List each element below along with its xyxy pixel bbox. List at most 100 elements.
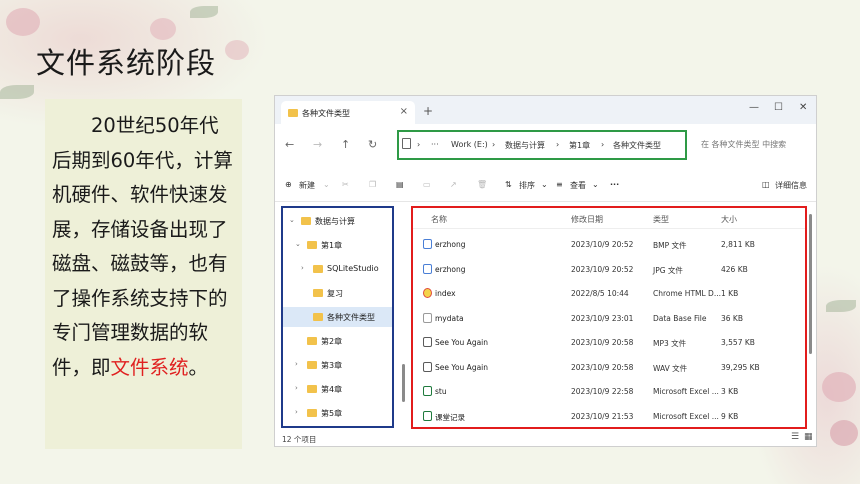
nav-item-label: SQLiteStudio [327, 264, 379, 273]
rename-icon[interactable]: ▭ [423, 180, 431, 189]
chrome-icon [423, 288, 432, 298]
file-row[interactable]: erzhong 2023/10/9 20:52 JPG 文件 426 KB [413, 257, 805, 281]
breadcrumb-separator: › [417, 140, 421, 149]
nav-item-chapter-1[interactable]: ⌄ 第1章 [283, 235, 392, 255]
file-size: 36 KB [721, 313, 743, 323]
nav-scrollbar[interactable] [402, 364, 405, 402]
details-pane-icon[interactable]: ◫ [762, 180, 770, 189]
view-icon[interactable]: ≡ [556, 180, 563, 189]
minimize-icon[interactable]: — [749, 102, 759, 113]
petal-decoration [830, 420, 858, 446]
search-box[interactable]: 在 各种文件类型 中搜索 [701, 139, 786, 150]
new-dropdown-icon[interactable]: ⌄ [323, 180, 330, 189]
address-bar[interactable]: › ··· Work (E:) › 数据与计算 › 第1章 › 各种文件类型 [397, 130, 687, 160]
image-icon [423, 263, 432, 274]
file-name: See You Again [435, 338, 489, 347]
more-options-icon[interactable]: ··· [610, 180, 619, 189]
file-list: 名称 修改日期 类型 大小 erzhong 2023/10/9 20:52 BMP … [411, 206, 807, 429]
petal-decoration [150, 18, 176, 40]
sort-dropdown-icon[interactable]: ⌄ [541, 180, 548, 189]
folder-icon [288, 109, 298, 117]
file-modified: 2023/10/9 22:58 [571, 387, 634, 396]
explorer-tab[interactable]: 各种文件类型 × [281, 101, 415, 124]
breadcrumb-current[interactable]: 各种文件类型 [613, 140, 661, 151]
back-icon[interactable]: ← [285, 138, 294, 151]
file-name: erzhong [435, 240, 466, 249]
nav-item-chapter-3[interactable]: › 第3章 [283, 355, 392, 375]
details-view-icon[interactable]: ☰ [791, 432, 799, 442]
close-tab-icon[interactable]: × [400, 106, 408, 117]
copy-icon[interactable]: ❐ [369, 180, 376, 189]
column-header-modified[interactable]: 修改日期 [571, 214, 603, 225]
new-tab-icon[interactable]: + [423, 104, 433, 118]
file-row[interactable]: index 2022/8/5 10:44 Chrome HTML D... 1 KB [413, 281, 805, 305]
chevron-down-icon[interactable]: ⌄ [289, 216, 295, 224]
column-header-type[interactable]: 类型 [653, 214, 669, 225]
file-size: 1 KB [721, 289, 739, 298]
folder-icon [301, 217, 311, 225]
folder-icon [307, 337, 317, 345]
file-modified: 2023/10/9 20:58 [571, 362, 634, 372]
view-dropdown-icon[interactable]: ⌄ [592, 180, 599, 189]
file-row[interactable]: stu 2023/10/9 22:58 Microsoft Excel ... 3 K… [413, 379, 805, 403]
file-row[interactable]: erzhong 2023/10/9 20:52 BMP 文件 2,811 KB [413, 232, 805, 256]
sort-icon[interactable]: ⇅ [505, 180, 512, 189]
nav-item-review[interactable]: 复习 [283, 283, 392, 303]
chevron-right-icon[interactable]: › [301, 264, 304, 272]
maximize-icon[interactable]: ☐ [774, 102, 783, 113]
view-button[interactable]: 查看 [570, 180, 586, 191]
excel-icon [423, 410, 432, 421]
up-icon[interactable]: ↑ [341, 138, 350, 151]
breadcrumb-drive[interactable]: Work (E:) [451, 140, 488, 149]
file-type: Data Base File [653, 313, 707, 323]
sort-button[interactable]: 排序 [519, 180, 535, 191]
chevron-right-icon[interactable]: › [295, 384, 298, 392]
file-row[interactable]: 课堂记录 2023/10/9 21:53 Microsoft Excel ... 9 … [413, 404, 805, 428]
tiles-view-icon[interactable]: ▦ [804, 432, 813, 442]
file-size: 39,295 KB [721, 362, 760, 372]
delete-icon[interactable]: 🗑 [477, 180, 487, 189]
nav-item-file-types[interactable]: 各种文件类型 [283, 307, 392, 327]
new-icon[interactable]: ⊕ [285, 180, 292, 189]
audio-icon [423, 337, 432, 347]
breadcrumb-more[interactable]: ··· [431, 140, 439, 149]
column-header-size[interactable]: 大小 [721, 214, 737, 225]
nav-item-chapter-4[interactable]: › 第4章 [283, 379, 392, 399]
nav-item-sqlitestudio[interactable]: › SQLiteStudio [283, 259, 392, 279]
nav-item-label: 第5章 [321, 409, 343, 418]
paste-icon[interactable]: ▤ [396, 180, 404, 189]
audio-icon [423, 361, 432, 372]
column-header-name[interactable]: 名称 [431, 214, 447, 225]
file-name: See You Again [435, 362, 489, 372]
file-row[interactable]: mydata 2023/10/9 23:01 Data Base File 36 KB [413, 306, 805, 330]
tab-bar: 各种文件类型 × + — ☐ ✕ [275, 96, 816, 124]
chevron-down-icon[interactable]: ⌄ [295, 240, 301, 248]
forward-icon[interactable]: → [313, 138, 322, 151]
file-size: 3,557 KB [721, 338, 755, 347]
chevron-right-icon[interactable]: › [295, 360, 298, 368]
refresh-icon[interactable]: ↻ [368, 138, 377, 151]
details-button[interactable]: 详细信息 [775, 180, 807, 191]
file-type: Microsoft Excel ... [653, 387, 719, 396]
chevron-right-icon[interactable]: › [295, 408, 298, 416]
file-name: erzhong [435, 264, 466, 274]
new-button[interactable]: 新建 [299, 180, 315, 191]
file-list-scrollbar[interactable] [809, 214, 812, 354]
nav-item-chapter-5[interactable]: › 第5章 [283, 403, 392, 423]
file-modified: 2022/8/5 10:44 [571, 289, 629, 298]
nav-item-data-compute[interactable]: ⌄ 数据与计算 [283, 211, 392, 231]
breadcrumb-folder[interactable]: 第1章 [569, 140, 590, 151]
folder-icon [313, 265, 323, 273]
nav-item-chapter-2[interactable]: 第2章 [283, 331, 392, 351]
file-row[interactable]: See You Again 2023/10/9 20:58 WAV 文件 39,295… [413, 355, 805, 379]
folder-icon [307, 385, 317, 393]
window-close-icon[interactable]: ✕ [799, 102, 807, 113]
breadcrumb-folder[interactable]: 数据与计算 [505, 140, 545, 151]
file-modified: 2023/10/9 20:52 [571, 240, 634, 249]
nav-item-label: 第2章 [321, 337, 343, 346]
cut-icon[interactable]: ✂ [342, 180, 349, 189]
file-row[interactable]: See You Again 2023/10/9 20:58 MP3 文件 3,557 … [413, 330, 805, 354]
leaf-decoration [826, 300, 856, 312]
share-icon[interactable]: ↗ [450, 180, 457, 189]
nav-item-label: 复习 [327, 289, 343, 298]
